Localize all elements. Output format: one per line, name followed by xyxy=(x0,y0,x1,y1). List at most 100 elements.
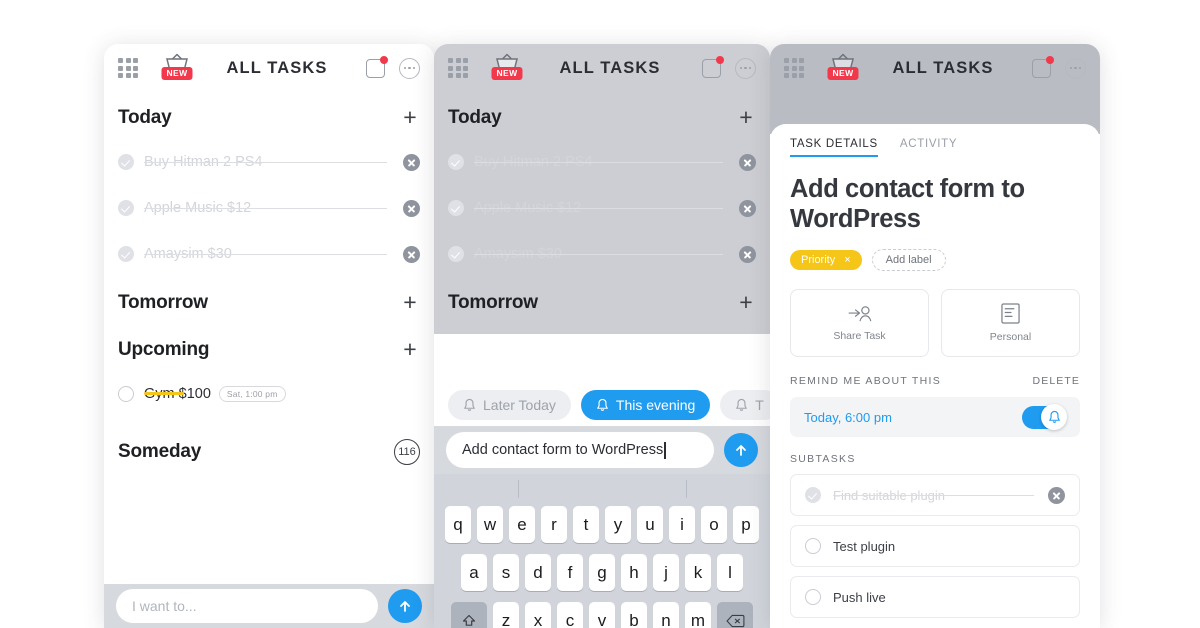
key-m[interactable]: m xyxy=(685,602,711,628)
section-header-today: Today + xyxy=(448,92,756,139)
table-row[interactable]: Amaysim $30 xyxy=(118,231,420,277)
priority-label: Priority xyxy=(801,254,836,267)
key-p[interactable]: p xyxy=(733,506,759,543)
key-b[interactable]: b xyxy=(621,602,647,628)
add-task-button[interactable]: + xyxy=(400,338,420,361)
key-z[interactable]: z xyxy=(493,602,519,628)
grid-dots-icon[interactable] xyxy=(448,58,468,78)
key-t[interactable]: t xyxy=(573,506,599,543)
delete-task-icon[interactable] xyxy=(739,153,756,171)
key-v[interactable]: v xyxy=(589,602,615,628)
delete-subtask-icon[interactable] xyxy=(1048,486,1065,504)
key-n[interactable]: n xyxy=(653,602,679,628)
note-icon[interactable] xyxy=(702,55,724,78)
backspace-icon[interactable] xyxy=(717,602,753,628)
key-y[interactable]: y xyxy=(605,506,631,543)
table-row[interactable]: Amaysim $30 xyxy=(448,231,756,277)
more-dots-icon[interactable] xyxy=(1065,57,1086,79)
table-row[interactable]: Gym $100 Sat, 1:00 pm xyxy=(118,371,420,417)
checkbox-checked-icon[interactable] xyxy=(118,200,134,216)
note-icon[interactable] xyxy=(366,55,388,78)
task-entry-input[interactable]: Add contact form to WordPress xyxy=(446,432,714,468)
list-item[interactable]: Find suitable plugin xyxy=(790,474,1080,517)
more-dots-icon[interactable] xyxy=(399,57,420,79)
add-label-button[interactable]: Add label xyxy=(871,249,946,272)
key-u[interactable]: u xyxy=(637,506,663,543)
add-task-button[interactable]: + xyxy=(736,291,756,314)
key-l[interactable]: l xyxy=(717,554,743,591)
list-item[interactable]: Push live xyxy=(790,576,1080,619)
checkbox-checked-icon[interactable] xyxy=(805,487,821,504)
reminder-chip-tomorrow[interactable]: T xyxy=(720,390,770,420)
arrow-up-icon[interactable] xyxy=(388,589,422,623)
delete-task-icon[interactable] xyxy=(403,153,420,171)
delete-task-icon[interactable] xyxy=(403,199,420,217)
table-row[interactable]: Apple Music $12 xyxy=(448,185,756,231)
delete-button[interactable]: DELETE xyxy=(1033,375,1080,387)
key-i[interactable]: i xyxy=(669,506,695,543)
delete-task-icon[interactable] xyxy=(403,245,420,263)
arrow-up-icon[interactable] xyxy=(724,433,758,467)
key-x[interactable]: x xyxy=(525,602,551,628)
table-row[interactable]: Apple Music $12 xyxy=(118,185,420,231)
basket-icon[interactable]: NEW xyxy=(490,51,524,85)
checkbox-checked-icon[interactable] xyxy=(118,246,134,262)
key-r[interactable]: r xyxy=(541,506,567,543)
key-q[interactable]: q xyxy=(445,506,471,543)
basket-icon[interactable]: NEW xyxy=(826,51,860,85)
key-e[interactable]: e xyxy=(509,506,535,543)
key-s[interactable]: s xyxy=(493,554,519,591)
note-icon[interactable] xyxy=(1032,55,1054,78)
key-o[interactable]: o xyxy=(701,506,727,543)
key-h[interactable]: h xyxy=(621,554,647,591)
key-f[interactable]: f xyxy=(557,554,583,591)
quick-add-input[interactable]: I want to... xyxy=(116,589,378,623)
priority-label-chip[interactable]: Priority × xyxy=(790,250,862,271)
subtasks-heading: SUBTASKS xyxy=(790,453,856,466)
reminder-chip-this-evening[interactable]: This evening xyxy=(580,390,711,420)
key-g[interactable]: g xyxy=(589,554,615,591)
section-header-today: Today + xyxy=(118,92,420,139)
add-task-button[interactable]: + xyxy=(736,106,756,129)
key-j[interactable]: j xyxy=(653,554,679,591)
key-w[interactable]: w xyxy=(477,506,503,543)
checkbox-icon[interactable] xyxy=(805,589,821,606)
reminder-toggle[interactable] xyxy=(1022,404,1067,431)
add-task-button[interactable]: + xyxy=(400,291,420,314)
checkbox-checked-icon[interactable] xyxy=(448,200,464,216)
project-card[interactable]: Personal xyxy=(941,289,1080,358)
task-content: Buy Hitman 2 PS4 xyxy=(474,154,733,170)
checkbox-icon[interactable] xyxy=(118,386,134,402)
table-row[interactable]: Buy Hitman 2 PS4 xyxy=(448,139,756,185)
key-c[interactable]: c xyxy=(557,602,583,628)
checkbox-checked-icon[interactable] xyxy=(118,154,134,170)
tab-task-details[interactable]: TASK DETAILS xyxy=(790,138,878,157)
add-task-button[interactable]: + xyxy=(400,106,420,129)
task-list-body: Today + Buy Hitman 2 PS4 Apple Music $12 xyxy=(104,92,434,475)
grid-dots-icon[interactable] xyxy=(118,58,138,78)
table-row[interactable]: Buy Hitman 2 PS4 xyxy=(118,139,420,185)
grid-dots-icon[interactable] xyxy=(784,58,804,78)
tab-activity[interactable]: ACTIVITY xyxy=(900,138,957,157)
key-k[interactable]: k xyxy=(685,554,711,591)
task-content: Apple Music $12 xyxy=(144,200,397,216)
task-content: Amaysim $30 xyxy=(474,246,733,262)
quick-add-composer: I want to... xyxy=(104,584,434,628)
remove-priority-icon[interactable]: × xyxy=(844,254,850,266)
strikethrough-line xyxy=(833,495,1034,497)
delete-task-icon[interactable] xyxy=(739,199,756,217)
delete-task-icon[interactable] xyxy=(739,245,756,263)
reminder-row[interactable]: Today, 6:00 pm xyxy=(790,397,1080,438)
key-a[interactable]: a xyxy=(461,554,487,591)
checkbox-checked-icon[interactable] xyxy=(448,154,464,170)
basket-icon[interactable]: NEW xyxy=(160,51,194,85)
list-item[interactable]: Test plugin xyxy=(790,525,1080,568)
key-d[interactable]: d xyxy=(525,554,551,591)
shift-icon[interactable] xyxy=(451,602,487,628)
share-task-card[interactable]: Share Task xyxy=(790,289,929,358)
reminder-chip-later-today[interactable]: Later Today xyxy=(448,390,571,420)
task-content: Gym $100 Sat, 1:00 pm xyxy=(144,386,420,402)
checkbox-checked-icon[interactable] xyxy=(448,246,464,262)
more-dots-icon[interactable] xyxy=(735,57,756,79)
checkbox-icon[interactable] xyxy=(805,538,821,555)
